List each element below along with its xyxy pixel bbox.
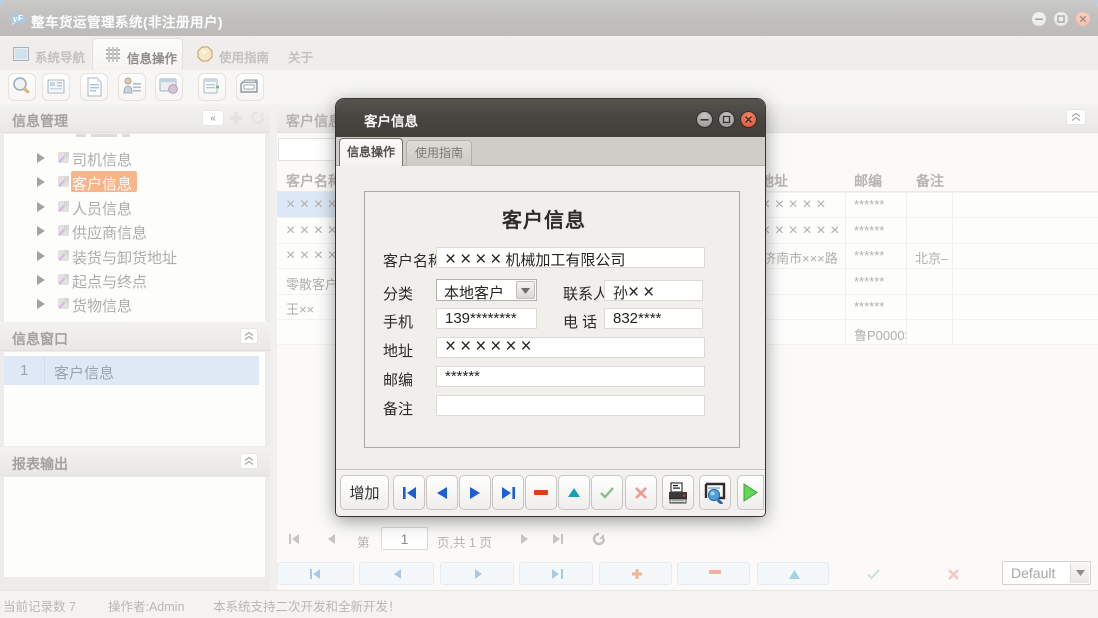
svg-text:F: F (18, 14, 23, 23)
